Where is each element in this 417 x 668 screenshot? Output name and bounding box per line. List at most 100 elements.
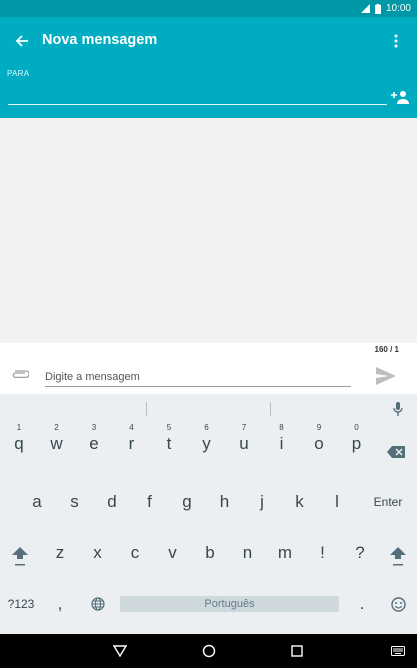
space-key[interactable]: Português — [120, 596, 339, 612]
key-hint: 3 — [91, 423, 97, 432]
key-hint: 4 — [129, 423, 134, 432]
mic-icon — [393, 402, 403, 416]
key-i[interactable]: 8i — [265, 423, 299, 458]
key-a[interactable]: a — [20, 485, 54, 519]
key-p[interactable]: 0p — [340, 423, 374, 458]
key-h[interactable]: h — [208, 485, 242, 519]
key-c[interactable]: c — [118, 536, 152, 570]
shift-icon — [390, 547, 406, 566]
message-input[interactable] — [45, 367, 351, 387]
more-options-button[interactable] — [386, 29, 406, 53]
attach-button[interactable] — [9, 368, 31, 382]
key-z[interactable]: z — [43, 536, 77, 570]
page-title: Nova mensagem — [42, 32, 158, 48]
key-label: p — [351, 434, 362, 453]
key-label: o — [314, 434, 324, 453]
send-icon — [376, 367, 396, 385]
status-bar: 10:00 — [0, 0, 417, 17]
key-j[interactable]: j — [245, 485, 279, 519]
key-hint: 1 — [16, 423, 22, 432]
key-v[interactable]: v — [156, 536, 190, 570]
key-f[interactable]: f — [133, 485, 167, 519]
key-m[interactable]: m — [268, 536, 302, 570]
voice-input-button[interactable] — [390, 401, 406, 417]
nav-home-button[interactable] — [200, 642, 218, 660]
key-hint: 8 — [279, 423, 284, 432]
key-hint: 9 — [316, 423, 322, 432]
back-button[interactable] — [10, 29, 34, 53]
enter-key[interactable]: Enter — [366, 491, 410, 513]
key-t[interactable]: 5t — [152, 423, 186, 458]
char-counter: 160 / 1 — [374, 345, 399, 354]
backspace-key[interactable] — [381, 441, 411, 463]
recipient-input[interactable] — [8, 83, 387, 105]
key-label: q — [14, 434, 24, 453]
language-key[interactable] — [88, 594, 108, 614]
key-?[interactable]: ? — [343, 536, 377, 570]
key-label: t — [166, 434, 172, 453]
key-hint: 7 — [241, 423, 247, 432]
key-l[interactable]: l — [320, 485, 354, 519]
shift-icon — [12, 547, 28, 566]
circle-home-icon — [202, 644, 216, 658]
person-add-icon — [391, 91, 409, 104]
key-hint: 5 — [166, 423, 172, 432]
comma-key[interactable]: , — [50, 593, 70, 615]
message-thread — [0, 118, 417, 343]
key-b[interactable]: b — [193, 536, 227, 570]
triangle-back-icon — [113, 645, 127, 657]
globe-icon — [91, 597, 105, 611]
key-hint: 6 — [204, 423, 209, 432]
emoji-icon — [390, 596, 406, 612]
arrow-back-icon — [15, 35, 28, 47]
more-vert-icon — [394, 34, 398, 48]
keyboard: Enter ?123 , Português . 1q2w3e4r5t6y7u8… — [0, 394, 417, 634]
key-k[interactable]: k — [283, 485, 317, 519]
suggestion-divider — [270, 402, 271, 416]
key-u[interactable]: 7u — [227, 423, 261, 458]
suggestion-strip — [0, 394, 417, 424]
key-e[interactable]: 3e — [77, 423, 111, 458]
send-button[interactable] — [374, 365, 398, 387]
paperclip-icon — [12, 370, 29, 379]
app-bar: Nova mensagem PARA — [0, 17, 417, 118]
navigation-bar — [0, 634, 417, 668]
key-label: u — [239, 434, 249, 453]
signal-icon — [360, 4, 370, 13]
suggestion-divider — [146, 402, 147, 416]
period-key[interactable]: . — [352, 593, 372, 615]
key-d[interactable]: d — [95, 485, 129, 519]
key-x[interactable]: x — [81, 536, 115, 570]
battery-icon — [374, 3, 381, 14]
symbols-key[interactable]: ?123 — [2, 593, 40, 615]
emoji-key[interactable] — [388, 594, 408, 614]
key-w[interactable]: 2w — [40, 423, 74, 458]
backspace-icon — [387, 446, 405, 458]
recipient-label: PARA — [7, 69, 30, 78]
key-label: e — [89, 434, 99, 453]
add-contact-button[interactable] — [390, 88, 410, 106]
status-time: 10:00 — [385, 3, 411, 14]
shift-key-left[interactable] — [8, 542, 32, 572]
key-y[interactable]: 6y — [190, 423, 224, 458]
key-s[interactable]: s — [58, 485, 92, 519]
key-label: w — [50, 434, 63, 453]
key-o[interactable]: 9o — [302, 423, 336, 458]
key-n[interactable]: n — [231, 536, 265, 570]
nav-keyboard-button[interactable] — [389, 642, 407, 660]
shift-key-right[interactable] — [386, 542, 410, 572]
key-label: i — [279, 434, 284, 453]
key-q[interactable]: 1q — [2, 423, 36, 458]
compose-bar: 160 / 1 — [0, 343, 417, 394]
nav-back-button[interactable] — [111, 642, 129, 660]
key-r[interactable]: 4r — [115, 423, 149, 458]
key-hint: 0 — [354, 423, 359, 432]
key-label: r — [128, 434, 135, 453]
key-g[interactable]: g — [170, 485, 204, 519]
key-label: y — [202, 434, 211, 453]
key-hint: 2 — [54, 423, 59, 432]
key-![interactable]: ! — [306, 536, 340, 570]
nav-recents-button[interactable] — [288, 642, 306, 660]
keyboard-icon — [391, 646, 405, 656]
square-recents-icon — [291, 645, 303, 657]
